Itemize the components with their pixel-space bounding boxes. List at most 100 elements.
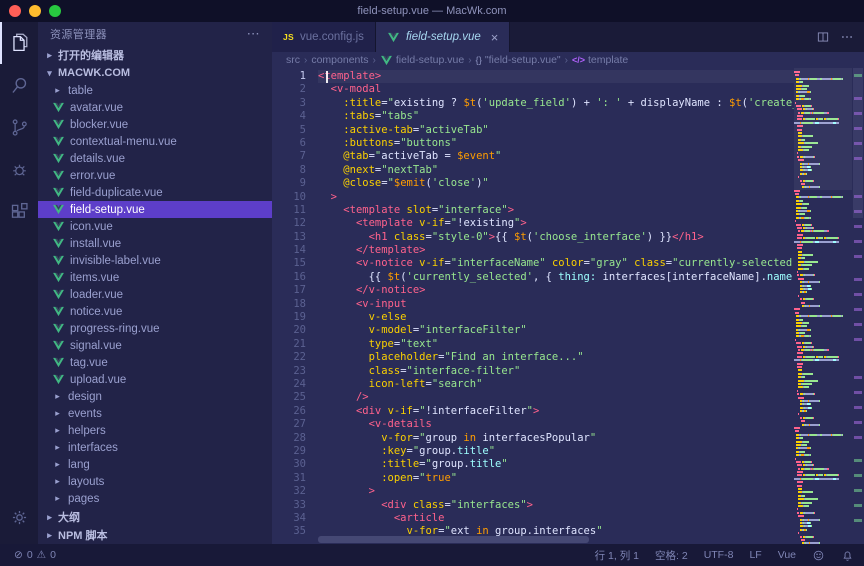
line-number[interactable]: 25	[272, 391, 306, 404]
code-line[interactable]: :key="group.title"	[318, 445, 864, 458]
code-line[interactable]: v-model="interfaceFilter"	[318, 324, 864, 337]
code-line[interactable]: @tab="activeTab = $event"	[318, 150, 864, 163]
line-number[interactable]: 23	[272, 365, 306, 378]
code-line[interactable]: <template slot="interface">	[318, 204, 864, 217]
code-line[interactable]: <div v-if="!interfaceFilter">	[318, 405, 864, 418]
status-language-mode[interactable]: Vue	[778, 549, 796, 561]
line-number[interactable]: 31	[272, 472, 306, 485]
feedback-smiley-icon[interactable]	[812, 549, 825, 562]
line-number[interactable]: 24	[272, 378, 306, 391]
tree-item-notice.vue[interactable]: notice.vue	[38, 303, 272, 320]
tree-item-field-duplicate.vue[interactable]: field-duplicate.vue	[38, 184, 272, 201]
tree-item-error.vue[interactable]: error.vue	[38, 167, 272, 184]
tree-item-design[interactable]: ▸design	[38, 388, 272, 405]
code-line[interactable]: type="text"	[318, 338, 864, 351]
code-line[interactable]: :title="existing ? $t('update_field') + …	[318, 97, 864, 110]
line-number[interactable]: 27	[272, 418, 306, 431]
line-number[interactable]: 16	[272, 271, 306, 284]
section-npm-scripts[interactable]: ▸ NPM 脚本	[38, 526, 272, 544]
minimap[interactable]	[794, 68, 852, 544]
code-line[interactable]: <article	[318, 512, 864, 525]
line-number[interactable]: 34	[272, 512, 306, 525]
tree-item-interfaces[interactable]: ▸interfaces	[38, 439, 272, 456]
tree-item-contextual-menu.vue[interactable]: contextual-menu.vue	[38, 133, 272, 150]
code-line[interactable]: :open="true"	[318, 472, 864, 485]
line-number[interactable]: 10	[272, 191, 306, 204]
activity-manage-button[interactable]	[0, 496, 38, 538]
line-number[interactable]: 29	[272, 445, 306, 458]
section-workspace[interactable]: ▾ MACWK.COM	[38, 64, 272, 82]
code-line[interactable]: </v-notice>	[318, 284, 864, 297]
line-number[interactable]: 6	[272, 137, 306, 150]
breadcrumb-item-5[interactable]: </>template	[572, 54, 628, 66]
tree-item-details.vue[interactable]: details.vue	[38, 150, 272, 167]
line-number[interactable]: 2	[272, 83, 306, 96]
tree-item-layouts[interactable]: ▸layouts	[38, 473, 272, 490]
tree-item-signal.vue[interactable]: signal.vue	[38, 337, 272, 354]
line-number[interactable]: 5	[272, 124, 306, 137]
tree-item-tag.vue[interactable]: tag.vue	[38, 354, 272, 371]
code-line[interactable]: />	[318, 391, 864, 404]
line-number[interactable]: 17	[272, 284, 306, 297]
line-number[interactable]: 22	[272, 351, 306, 364]
split-editor-icon[interactable]	[816, 30, 830, 44]
tree-item-lang[interactable]: ▸lang	[38, 456, 272, 473]
tree-item-blocker.vue[interactable]: blocker.vue	[38, 116, 272, 133]
code-line[interactable]: v-for="group in interfacesPopular"	[318, 432, 864, 445]
close-window-button[interactable]	[9, 5, 21, 17]
line-number[interactable]: 8	[272, 164, 306, 177]
minimize-window-button[interactable]	[29, 5, 41, 17]
breadcrumb-item-4[interactable]: {}"field-setup.vue"	[476, 54, 561, 66]
code-line[interactable]: @close="$emit('close')"	[318, 177, 864, 190]
line-number[interactable]: 20	[272, 324, 306, 337]
line-number[interactable]: 19	[272, 311, 306, 324]
code-line[interactable]: v-else	[318, 311, 864, 324]
line-number[interactable]: 32	[272, 485, 306, 498]
problems-indicator[interactable]: ⊘0⚠0	[10, 549, 60, 561]
code-line[interactable]: class="interface-filter"	[318, 365, 864, 378]
more-actions-icon[interactable]	[840, 30, 854, 44]
activity-debug-button[interactable]	[0, 148, 38, 190]
activity-search-button[interactable]	[0, 64, 38, 106]
code-line[interactable]: <v-input	[318, 298, 864, 311]
code-line[interactable]: placeholder="Find an interface..."	[318, 351, 864, 364]
tree-item-table[interactable]: ▸table	[38, 82, 272, 99]
breadcrumb-item-3[interactable]: field-setup.vue	[380, 54, 464, 67]
line-number[interactable]: 28	[272, 432, 306, 445]
tree-item-install.vue[interactable]: install.vue	[38, 235, 272, 252]
code-line[interactable]: <template v-if="!existing">	[318, 217, 864, 230]
line-number[interactable]: 9	[272, 177, 306, 190]
line-number[interactable]: 7	[272, 150, 306, 163]
code-line[interactable]: <v-modal	[318, 83, 864, 96]
line-number[interactable]: 21	[272, 338, 306, 351]
tree-item-items.vue[interactable]: items.vue	[38, 269, 272, 286]
line-number[interactable]: 18	[272, 298, 306, 311]
tab-field-setup.vue[interactable]: field-setup.vue×	[376, 22, 510, 52]
code-line[interactable]: <h1 class="style-0">{{ $t('choose_interf…	[318, 231, 864, 244]
zoom-window-button[interactable]	[49, 5, 61, 17]
section-open-editors[interactable]: ▸ 打开的编辑器	[38, 46, 272, 64]
vertical-scrollbar[interactable]	[852, 68, 864, 544]
horizontal-scrollbar[interactable]	[318, 536, 786, 543]
code-line[interactable]: :title="group.title"	[318, 458, 864, 471]
line-number[interactable]: 1	[272, 70, 306, 83]
status-indentation[interactable]: 空格: 2	[655, 548, 688, 563]
tree-item-events[interactable]: ▸events	[38, 405, 272, 422]
tree-item-avatar.vue[interactable]: avatar.vue	[38, 99, 272, 116]
activity-extensions-button[interactable]	[0, 190, 38, 232]
line-number[interactable]: 26	[272, 405, 306, 418]
code-line[interactable]: @next="nextTab"	[318, 164, 864, 177]
tree-item-pages[interactable]: ▸pages	[38, 490, 272, 507]
line-number[interactable]: 4	[272, 110, 306, 123]
code-line[interactable]: :tabs="tabs"	[318, 110, 864, 123]
section-outline[interactable]: ▸ 大纲	[38, 508, 272, 526]
line-number[interactable]: 3	[272, 97, 306, 110]
line-number[interactable]: 14	[272, 244, 306, 257]
code-line[interactable]: icon-left="search"	[318, 378, 864, 391]
scrollbar-thumb[interactable]	[318, 536, 589, 543]
line-number[interactable]: 12	[272, 217, 306, 230]
activity-explorer-button[interactable]	[0, 22, 38, 64]
code-line[interactable]: >	[318, 191, 864, 204]
notifications-bell-icon[interactable]	[841, 549, 854, 562]
code-line[interactable]: :active-tab="activeTab"	[318, 124, 864, 137]
